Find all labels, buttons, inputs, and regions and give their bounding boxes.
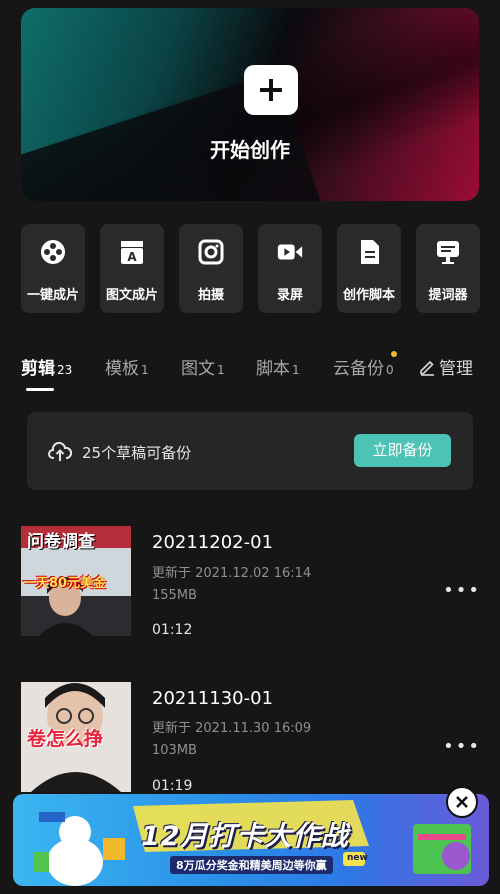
draft-name: 20211202-01 xyxy=(152,532,274,553)
manage-label: 管理 xyxy=(439,359,473,379)
more-options-icon[interactable]: ••• xyxy=(443,736,481,757)
tab-template[interactable]: 模板 1 xyxy=(105,354,149,379)
draft-updated: 更新于 2021.12.02 16:14 xyxy=(152,566,312,581)
tab-label: 模板 xyxy=(105,359,139,379)
manage-button[interactable]: 管理 xyxy=(418,354,473,381)
tool-label: 一键成片 xyxy=(26,288,79,303)
tool-shoot[interactable]: 拍摄 xyxy=(179,224,243,313)
camera-icon xyxy=(197,238,225,266)
tool-label: 拍摄 xyxy=(197,288,224,303)
draft-size: 103MB xyxy=(152,743,197,758)
film-reel-icon xyxy=(39,238,67,266)
plus-icon xyxy=(244,65,298,115)
edit-pencil-icon xyxy=(418,358,436,381)
start-creating-card[interactable]: 开始创作 xyxy=(21,8,479,201)
tool-text-to-video[interactable]: A 图文成片 xyxy=(100,224,164,313)
new-badge: new xyxy=(347,853,368,863)
thumbnail-caption: 卷怎么挣 xyxy=(27,728,104,750)
close-icon[interactable] xyxy=(446,786,478,818)
tab-label: 脚本 xyxy=(256,359,290,379)
tab-count: 1 xyxy=(217,363,225,377)
tab-cloud-backup[interactable]: 云备份 0 xyxy=(333,354,394,379)
draft-updated: 更新于 2021.11.30 16:09 xyxy=(152,721,312,736)
thumbnail-caption: 问卷调查 xyxy=(27,532,95,552)
backup-now-button[interactable]: 立即备份 xyxy=(354,434,451,467)
draft-duration: 01:19 xyxy=(152,778,193,794)
draft-name: 20211130-01 xyxy=(152,688,274,709)
tab-count: 23 xyxy=(57,363,73,377)
tool-label: 创作脚本 xyxy=(342,288,395,303)
tool-teleprompter[interactable]: 提词器 xyxy=(416,224,480,313)
tab-count: 1 xyxy=(292,363,300,377)
teleprompter-icon xyxy=(434,238,462,266)
draft-item[interactable]: 卷怎么挣 20211130-01 更新于 2021.11.30 16:09 10… xyxy=(21,682,481,794)
backup-banner: 25个草稿可备份 立即备份 xyxy=(27,412,473,490)
more-options-icon[interactable]: ••• xyxy=(443,580,481,601)
draft-thumbnail[interactable]: 问卷调查 一天80元美金 xyxy=(21,526,131,636)
tab-count: 1 xyxy=(141,363,149,377)
draft-duration: 01:12 xyxy=(152,622,193,638)
active-tab-indicator xyxy=(26,388,54,391)
tab-label: 图文 xyxy=(181,359,215,379)
tool-one-click-video[interactable]: 一键成片 xyxy=(21,224,85,313)
tool-row: 一键成片 A 图文成片 拍摄 录屏 创作脚本 提词器 xyxy=(21,224,486,313)
tool-label: 提词器 xyxy=(428,288,468,303)
backup-count-text: 25个草稿可备份 xyxy=(82,444,192,462)
draft-tabs: 剪辑 23 模板 1 图文 1 脚本 1 云备份 0 管理 xyxy=(21,350,483,391)
video-record-icon xyxy=(276,238,304,266)
tool-screen-record[interactable]: 录屏 xyxy=(258,224,322,313)
tab-script[interactable]: 脚本 1 xyxy=(256,354,300,379)
start-creating-label: 开始创作 xyxy=(210,138,290,162)
thumbnail-caption: 一天80元美金 xyxy=(23,576,107,591)
tab-count: 0 xyxy=(386,363,394,377)
tab-label: 云备份 xyxy=(333,359,384,379)
document-icon xyxy=(355,238,383,266)
promo-banner[interactable]: 12月打卡大作战 8万瓜分奖金和精美周边等你赢 new xyxy=(13,794,489,886)
banner-title: 12月打卡大作战 xyxy=(141,821,349,852)
draft-size: 155MB xyxy=(152,588,197,603)
tab-image-text[interactable]: 图文 1 xyxy=(181,354,225,379)
tool-label: 录屏 xyxy=(276,288,303,303)
tab-edit[interactable]: 剪辑 23 xyxy=(21,354,72,379)
tool-label: 图文成片 xyxy=(105,288,158,303)
svg-text:A: A xyxy=(127,250,137,264)
notification-dot xyxy=(391,351,397,357)
draft-item[interactable]: 问卷调查 一天80元美金 20211202-01 更新于 2021.12.02 … xyxy=(21,526,481,638)
tab-label: 剪辑 xyxy=(21,359,55,379)
banner-subtitle: 8万瓜分奖金和精美周边等你赢 xyxy=(170,856,333,874)
tool-script[interactable]: 创作脚本 xyxy=(337,224,401,313)
text-clapper-icon: A xyxy=(118,238,146,266)
cloud-upload-icon xyxy=(48,441,73,467)
draft-thumbnail[interactable]: 卷怎么挣 xyxy=(21,682,131,792)
